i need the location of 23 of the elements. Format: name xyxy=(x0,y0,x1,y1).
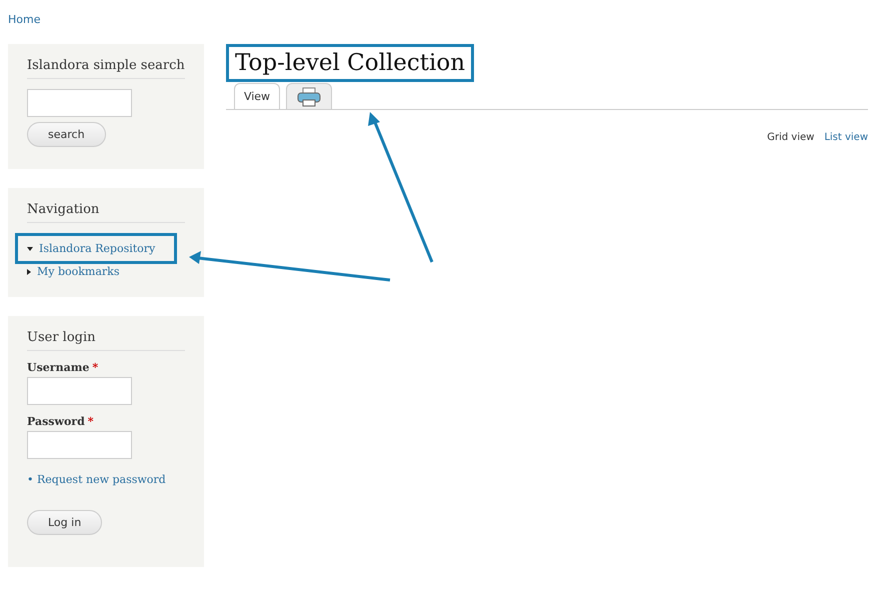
login-button[interactable]: Log in xyxy=(27,510,102,535)
input-field[interactable] xyxy=(27,377,132,405)
caret-right-icon xyxy=(27,268,31,274)
password-link[interactable]: • Request new password xyxy=(27,473,185,486)
input-field[interactable] xyxy=(27,431,132,459)
field-label: Username * xyxy=(27,361,100,374)
block-title: Navigation xyxy=(27,202,185,223)
caret-down-icon xyxy=(27,246,33,250)
view-mode-link[interactable]: Grid view xyxy=(767,132,814,143)
search-button[interactable]: search xyxy=(27,122,106,147)
view-tab[interactable]: View xyxy=(234,83,280,109)
breadcrumb-link[interactable]: Home xyxy=(8,13,40,26)
field-label: Password * xyxy=(27,415,95,428)
search-field[interactable] xyxy=(27,89,132,117)
nav-link[interactable]: Islandora Repository xyxy=(15,233,177,264)
print-tab[interactable] xyxy=(286,83,332,109)
nav-link[interactable]: My bookmarks xyxy=(27,264,185,279)
bullet-icon: • xyxy=(27,473,34,486)
page-title: Top-level Collection xyxy=(226,44,474,82)
printer-icon xyxy=(296,86,322,106)
block-title: Islandora simple search xyxy=(27,58,185,79)
block-title: User login xyxy=(27,330,185,351)
view-mode-link[interactable]: List view xyxy=(824,132,868,143)
